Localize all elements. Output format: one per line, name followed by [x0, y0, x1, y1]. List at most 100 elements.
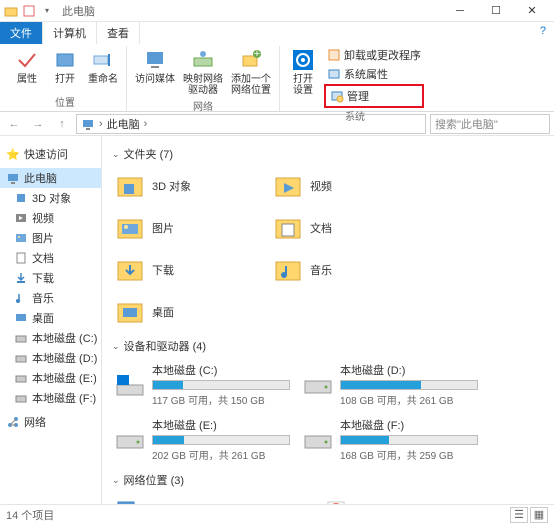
tab-view[interactable]: 查看 — [97, 22, 140, 44]
properties-icon[interactable] — [22, 4, 36, 18]
nav-child[interactable]: 桌面 — [0, 308, 101, 328]
folder-item[interactable]: 3D 对象 — [112, 168, 262, 204]
forward-button[interactable]: → — [28, 114, 48, 134]
access-media-button[interactable]: 访问媒体 — [133, 46, 177, 98]
address-bar: ← → ↑ › 此电脑 › 搜索"此电脑" — [0, 112, 554, 136]
star-icon: ⭐ — [6, 147, 20, 161]
details-view-button[interactable]: ☰ — [510, 507, 528, 523]
network-pc-icon — [322, 496, 350, 504]
nav-child[interactable]: 下载 — [0, 268, 101, 288]
content-area: ⌄ 文件夹 (7) 3D 对象视频图片文档下载音乐桌面 ⌄ 设备和驱动器 (4)… — [102, 136, 554, 504]
drive-icon — [114, 424, 146, 456]
folders-header[interactable]: ⌄ 文件夹 (7) — [112, 146, 544, 162]
back-button[interactable]: ← — [4, 114, 24, 134]
svg-text:+: + — [254, 48, 260, 60]
drive-icon — [302, 369, 334, 401]
tab-file[interactable]: 文件 — [0, 22, 43, 44]
nav-child[interactable]: 本地磁盘 (E:) — [0, 368, 101, 388]
ribbon: 属性 打开 重命名 位置 访问媒体 映射网络 驱动器 + — [0, 44, 554, 112]
close-button[interactable]: ✕ — [514, 0, 550, 22]
search-input[interactable]: 搜索"此电脑" — [430, 114, 550, 134]
status-bar: 14 个项目 ☰ ▦ — [0, 504, 554, 524]
item-icon — [14, 351, 28, 365]
nav-child[interactable]: 文档 — [0, 248, 101, 268]
nav-child[interactable]: 图片 — [0, 228, 101, 248]
breadcrumb[interactable]: › 此电脑 › — [76, 114, 426, 134]
help-icon[interactable]: ? — [532, 22, 554, 44]
nav-child[interactable]: 音乐 — [0, 288, 101, 308]
window-title: 此电脑 — [62, 3, 95, 19]
folder-icon — [4, 4, 18, 18]
minimize-button[interactable]: ─ — [442, 0, 478, 22]
item-icon — [14, 331, 28, 345]
nav-quick-access[interactable]: ⭐ 快速访问 — [0, 144, 101, 164]
item-icon — [14, 251, 28, 265]
drive-item[interactable]: 本地磁盘 (D:)108 GB 可用，共 261 GB — [300, 360, 480, 409]
item-icon — [14, 211, 28, 225]
system-properties-button[interactable]: 系统属性 — [324, 65, 424, 83]
tab-computer[interactable]: 计算机 — [43, 22, 97, 44]
folder-item[interactable]: 桌面 — [112, 294, 262, 330]
open-button[interactable]: 打开 — [48, 46, 82, 94]
nav-child[interactable]: 3D 对象 — [0, 188, 101, 208]
maximize-button[interactable]: ☐ — [478, 0, 514, 22]
item-icon — [14, 271, 28, 285]
up-button[interactable]: ↑ — [52, 114, 72, 134]
dropdown-icon[interactable]: ▾ — [40, 4, 54, 18]
title-bar: ▾ 此电脑 ─ ☐ ✕ — [0, 0, 554, 22]
nav-this-pc[interactable]: 此电脑 — [0, 168, 101, 188]
open-icon — [53, 48, 77, 72]
pc-icon — [81, 117, 95, 131]
checkmark-icon — [15, 48, 39, 72]
ribbon-group-system: 打开 设置 卸载或更改程序 系统属性 管理 系统 — [280, 46, 430, 111]
nav-child[interactable]: 视频 — [0, 208, 101, 228]
folder-item[interactable]: 音乐 — [270, 252, 420, 288]
icons-view-button[interactable]: ▦ — [530, 507, 548, 523]
ribbon-group-location: 属性 打开 重命名 位置 — [4, 46, 127, 111]
item-icon — [14, 231, 28, 245]
drive-item[interactable]: 本地磁盘 (F:)168 GB 可用，共 259 GB — [300, 415, 480, 464]
network-drive-icon — [191, 48, 215, 72]
folder-icon — [114, 212, 146, 244]
folder-item[interactable]: 文档 — [270, 210, 420, 246]
item-icon — [14, 191, 28, 205]
drive-icon — [302, 424, 334, 456]
folder-item[interactable]: 视频 — [270, 168, 420, 204]
pc-icon — [6, 171, 20, 185]
item-icon — [14, 391, 28, 405]
folder-icon — [114, 254, 146, 286]
drive-item[interactable]: 本地磁盘 (C:)117 GB 可用，共 150 GB — [112, 360, 292, 409]
chevron-down-icon: ⌄ — [112, 149, 120, 160]
rename-icon — [91, 48, 115, 72]
add-network-location-button[interactable]: + 添加一个 网络位置 — [229, 46, 273, 98]
settings-icon — [291, 48, 315, 72]
nav-network[interactable]: 网络 — [0, 412, 101, 432]
network-locations-header[interactable]: ⌄ 网络位置 (3) — [112, 472, 544, 488]
sysprops-icon — [327, 67, 341, 81]
folder-icon — [272, 254, 304, 286]
manage-button[interactable]: 管理 — [327, 87, 421, 105]
properties-button[interactable]: 属性 — [10, 46, 44, 94]
folder-icon — [272, 170, 304, 202]
network-pc-icon — [114, 496, 142, 504]
map-network-drive-button[interactable]: 映射网络 驱动器 — [181, 46, 225, 98]
folder-item[interactable]: 图片 — [112, 210, 262, 246]
network-location-item[interactable]: Administrator (test-1709052006) — [320, 494, 520, 504]
item-icon — [14, 291, 28, 305]
manage-icon — [330, 89, 344, 103]
item-count: 14 个项目 — [6, 507, 54, 523]
open-settings-button[interactable]: 打开 设置 — [286, 46, 320, 108]
chevron-down-icon: ⌄ — [112, 475, 120, 486]
media-icon — [143, 48, 167, 72]
drives-header[interactable]: ⌄ 设备和驱动器 (4) — [112, 338, 544, 354]
folder-item[interactable]: 下载 — [112, 252, 262, 288]
drive-item[interactable]: 本地磁盘 (E:)202 GB 可用，共 261 GB — [112, 415, 292, 464]
uninstall-programs-button[interactable]: 卸载或更改程序 — [324, 46, 424, 64]
nav-child[interactable]: 本地磁盘 (C:) — [0, 328, 101, 348]
rename-button[interactable]: 重命名 — [86, 46, 120, 94]
nav-child[interactable]: 本地磁盘 (F:) — [0, 388, 101, 408]
item-icon — [14, 311, 28, 325]
nav-child[interactable]: 本地磁盘 (D:) — [0, 348, 101, 368]
network-location-item[interactable]: Administrator (dyj) — [112, 494, 312, 504]
drive-usage-bar — [152, 380, 290, 390]
